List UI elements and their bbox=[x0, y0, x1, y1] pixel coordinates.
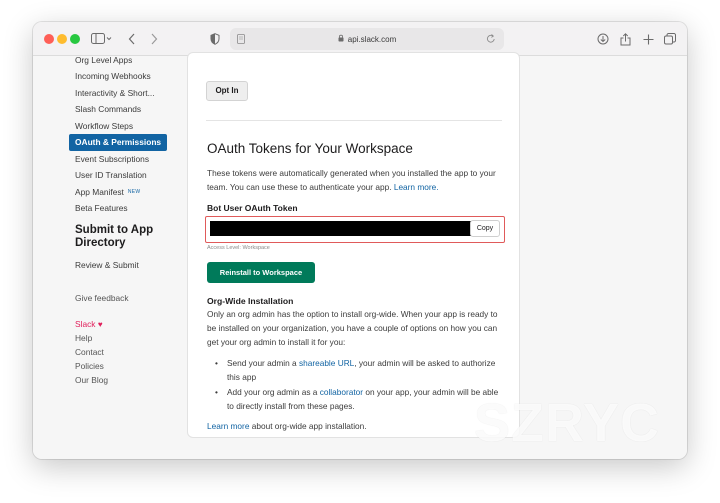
collaborator-link[interactable]: collaborator bbox=[320, 387, 363, 397]
reload-icon[interactable] bbox=[486, 33, 496, 46]
org-wide-installation-description: Only an org admin has the option to inst… bbox=[207, 309, 498, 347]
org-wide-learn-more: Learn more about org-wide app installati… bbox=[207, 421, 367, 431]
bullet-text: Send your admin a bbox=[227, 358, 299, 368]
sidebar-item-oauth-permissions[interactable]: OAuth & Permissions bbox=[69, 134, 167, 151]
bullet-text: Add your org admin as a bbox=[227, 387, 320, 397]
org-wide-installation-heading: Org-Wide Installation bbox=[207, 296, 294, 306]
oauth-panel: Opt In OAuth Tokens for Your Workspace T… bbox=[187, 52, 520, 438]
learn-more-text: about org-wide app installation. bbox=[249, 421, 367, 431]
heart-icon: ♥ bbox=[97, 319, 103, 329]
forward-icon[interactable] bbox=[148, 28, 160, 50]
oauth-tokens-description: These tokens were automatically generate… bbox=[207, 166, 507, 194]
close-window-button[interactable] bbox=[44, 34, 54, 44]
submit-directory-heading: Submit to App Directory bbox=[75, 223, 154, 250]
bot-token-highlight: Copy bbox=[205, 216, 505, 243]
browser-toolbar: api.slack.com bbox=[33, 22, 687, 56]
section-divider bbox=[206, 120, 502, 121]
installation-options-list: Send your admin a shareable URL, your ad… bbox=[215, 356, 507, 414]
sidebar-item-label: App Manifest bbox=[75, 186, 124, 197]
address-bar[interactable]: api.slack.com bbox=[230, 28, 504, 50]
slack-link-label: Slack bbox=[75, 318, 96, 329]
page-icon bbox=[237, 34, 245, 46]
zoom-window-button[interactable] bbox=[70, 34, 80, 44]
opt-in-button[interactable]: Opt In bbox=[206, 81, 248, 101]
new-badge: NEW bbox=[127, 189, 141, 196]
description-text: These tokens were automatically generate… bbox=[207, 168, 496, 192]
copy-token-button[interactable]: Copy bbox=[470, 220, 500, 237]
bot-token-field[interactable] bbox=[210, 221, 472, 236]
access-level-note: Access Level: Workspace bbox=[207, 245, 270, 251]
minimize-window-button[interactable] bbox=[57, 34, 67, 44]
url-text: api.slack.com bbox=[347, 34, 397, 44]
reinstall-to-workspace-button[interactable]: Reinstall to Workspace bbox=[207, 262, 315, 283]
list-item: Add your org admin as a collaborator on … bbox=[215, 385, 507, 413]
org-learn-more-link[interactable]: Learn more bbox=[207, 421, 249, 431]
oauth-tokens-title: OAuth Tokens for Your Workspace bbox=[207, 141, 413, 156]
lock-icon bbox=[338, 34, 344, 44]
new-tab-icon[interactable] bbox=[641, 28, 655, 50]
watermark-text: SZRYC bbox=[474, 393, 661, 453]
back-icon[interactable] bbox=[126, 28, 138, 50]
bot-token-label: Bot User OAuth Token bbox=[207, 203, 298, 213]
privacy-shield-icon[interactable] bbox=[209, 28, 221, 50]
learn-more-link[interactable]: Learn more. bbox=[394, 182, 439, 192]
sidebar-toggle-icon[interactable] bbox=[89, 28, 115, 50]
downloads-icon[interactable] bbox=[596, 28, 610, 50]
shareable-url-link[interactable]: shareable URL bbox=[299, 358, 354, 368]
list-item: Send your admin a shareable URL, your ad… bbox=[215, 356, 507, 384]
share-icon[interactable] bbox=[618, 28, 632, 50]
tab-overview-icon[interactable] bbox=[663, 28, 677, 50]
